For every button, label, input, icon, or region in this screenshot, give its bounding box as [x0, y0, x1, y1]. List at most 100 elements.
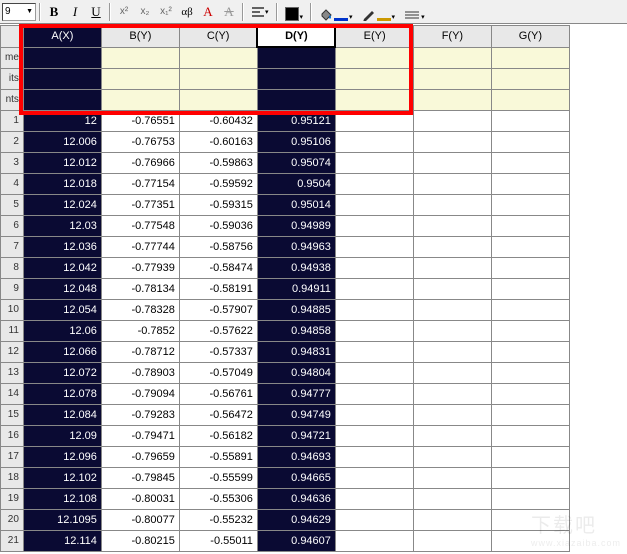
data-cell[interactable] — [335, 341, 413, 362]
header-cell[interactable] — [257, 68, 335, 89]
data-cell[interactable]: -0.55599 — [179, 467, 257, 488]
data-cell[interactable]: -0.79283 — [101, 404, 179, 425]
data-cell[interactable] — [335, 467, 413, 488]
data-cell[interactable] — [413, 173, 491, 194]
data-cell[interactable]: -0.78712 — [101, 341, 179, 362]
data-cell[interactable] — [335, 488, 413, 509]
data-cell[interactable]: -0.77154 — [101, 173, 179, 194]
data-cell[interactable]: -0.60163 — [179, 131, 257, 152]
data-cell[interactable] — [335, 362, 413, 383]
data-cell[interactable]: -0.58756 — [179, 236, 257, 257]
data-cell[interactable]: 0.94629 — [257, 509, 335, 530]
data-cell[interactable]: -0.79845 — [101, 467, 179, 488]
data-cell[interactable]: 12.054 — [23, 299, 101, 320]
data-cell[interactable]: 12.1095 — [23, 509, 101, 530]
row-header-label[interactable]: nts — [1, 89, 24, 110]
data-cell[interactable] — [413, 257, 491, 278]
header-cell[interactable] — [23, 89, 101, 110]
data-cell[interactable] — [413, 299, 491, 320]
data-cell[interactable] — [491, 131, 569, 152]
italic-button[interactable]: I — [65, 2, 85, 22]
data-cell[interactable]: 0.94831 — [257, 341, 335, 362]
data-cell[interactable]: -0.58191 — [179, 278, 257, 299]
data-cell[interactable]: 0.95106 — [257, 131, 335, 152]
data-cell[interactable]: 0.94777 — [257, 383, 335, 404]
font-size-select[interactable]: 9 ▼ — [2, 3, 36, 21]
data-cell[interactable]: -0.55232 — [179, 509, 257, 530]
data-cell[interactable] — [491, 530, 569, 551]
data-cell[interactable]: 12.048 — [23, 278, 101, 299]
data-cell[interactable]: -0.56761 — [179, 383, 257, 404]
data-cell[interactable] — [491, 257, 569, 278]
data-cell[interactable]: 12.108 — [23, 488, 101, 509]
data-cell[interactable] — [413, 467, 491, 488]
data-cell[interactable] — [491, 173, 569, 194]
column-header[interactable]: B(Y) — [101, 25, 179, 47]
data-cell[interactable]: 0.94607 — [257, 530, 335, 551]
column-header[interactable]: F(Y) — [413, 25, 491, 47]
header-cell[interactable] — [257, 89, 335, 110]
data-cell[interactable]: -0.78328 — [101, 299, 179, 320]
line-color-button[interactable]: ▾ — [358, 2, 400, 22]
data-cell[interactable] — [335, 173, 413, 194]
data-cell[interactable] — [491, 467, 569, 488]
row-header-label[interactable]: its — [1, 68, 24, 89]
data-cell[interactable]: -0.59315 — [179, 194, 257, 215]
header-cell[interactable] — [335, 89, 413, 110]
data-cell[interactable] — [335, 404, 413, 425]
data-cell[interactable] — [335, 194, 413, 215]
data-cell[interactable]: 0.95014 — [257, 194, 335, 215]
header-cell[interactable] — [335, 47, 413, 68]
data-cell[interactable]: -0.59036 — [179, 215, 257, 236]
row-number[interactable]: 1 — [1, 110, 24, 131]
data-cell[interactable] — [491, 278, 569, 299]
data-cell[interactable]: 0.94885 — [257, 299, 335, 320]
font-format-a-button[interactable]: A — [198, 2, 218, 22]
data-cell[interactable] — [335, 530, 413, 551]
header-cell[interactable] — [23, 68, 101, 89]
data-cell[interactable]: -0.56472 — [179, 404, 257, 425]
data-cell[interactable]: 12.072 — [23, 362, 101, 383]
data-cell[interactable] — [413, 383, 491, 404]
data-cell[interactable]: 12.102 — [23, 467, 101, 488]
data-cell[interactable] — [491, 320, 569, 341]
paint-bucket-button[interactable]: ▾ — [315, 2, 357, 22]
data-table[interactable]: A(X)B(Y)C(Y)D(Y)E(Y)F(Y)G(Y) meitsnts112… — [0, 24, 570, 552]
data-cell[interactable]: -0.76753 — [101, 131, 179, 152]
row-number[interactable]: 20 — [1, 509, 24, 530]
data-cell[interactable]: 0.94721 — [257, 425, 335, 446]
data-cell[interactable]: -0.56182 — [179, 425, 257, 446]
data-cell[interactable] — [413, 278, 491, 299]
header-cell[interactable] — [491, 68, 569, 89]
data-cell[interactable]: 12.006 — [23, 131, 101, 152]
data-cell[interactable] — [491, 404, 569, 425]
data-cell[interactable]: -0.58474 — [179, 257, 257, 278]
data-cell[interactable] — [413, 404, 491, 425]
header-cell[interactable] — [413, 68, 491, 89]
data-cell[interactable]: -0.59863 — [179, 152, 257, 173]
data-cell[interactable] — [491, 488, 569, 509]
data-cell[interactable]: -0.80031 — [101, 488, 179, 509]
data-cell[interactable]: 0.94963 — [257, 236, 335, 257]
data-cell[interactable]: 12.078 — [23, 383, 101, 404]
data-cell[interactable]: 0.94636 — [257, 488, 335, 509]
header-cell[interactable] — [179, 68, 257, 89]
data-cell[interactable] — [491, 341, 569, 362]
data-cell[interactable]: 0.94858 — [257, 320, 335, 341]
data-cell[interactable]: 12.06 — [23, 320, 101, 341]
data-cell[interactable]: -0.77744 — [101, 236, 179, 257]
data-cell[interactable]: -0.79094 — [101, 383, 179, 404]
data-cell[interactable]: -0.76966 — [101, 152, 179, 173]
data-cell[interactable]: -0.79471 — [101, 425, 179, 446]
row-number[interactable]: 12 — [1, 341, 24, 362]
fill-color-button[interactable]: ▾ — [281, 2, 308, 22]
row-number[interactable]: 17 — [1, 446, 24, 467]
data-cell[interactable]: 12 — [23, 110, 101, 131]
data-cell[interactable]: -0.78134 — [101, 278, 179, 299]
superscript-button[interactable]: x² — [114, 2, 134, 22]
row-number[interactable]: 7 — [1, 236, 24, 257]
data-cell[interactable]: -0.7852 — [101, 320, 179, 341]
row-number[interactable]: 8 — [1, 257, 24, 278]
data-cell[interactable]: 0.94665 — [257, 467, 335, 488]
data-cell[interactable]: 12.096 — [23, 446, 101, 467]
